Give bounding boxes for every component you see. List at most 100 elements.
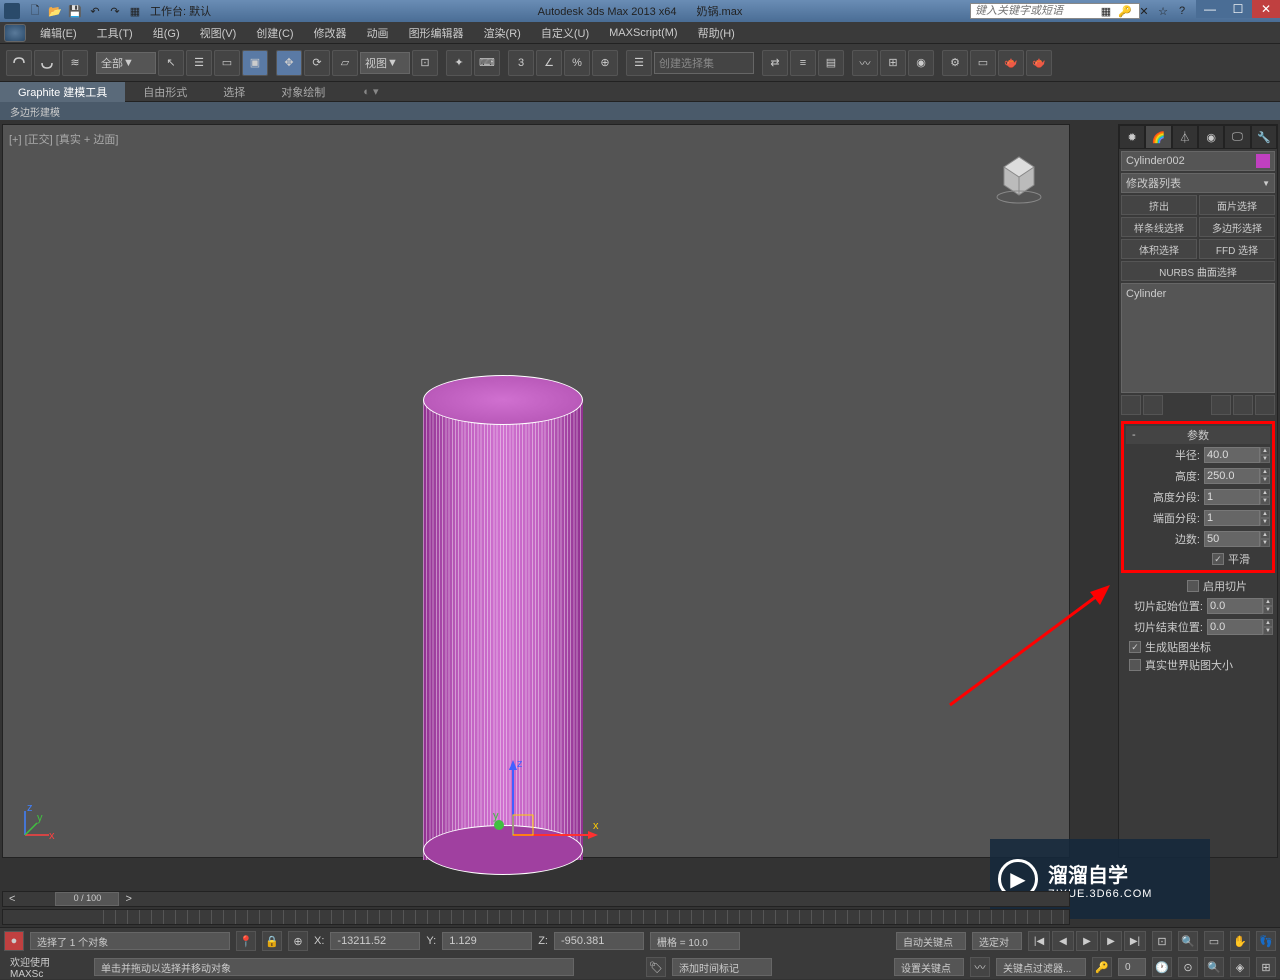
undo-icon[interactable]: ↶ (86, 3, 104, 19)
z-coord[interactable]: -950.381 (554, 932, 644, 950)
cap-segs-spin-arrows[interactable]: ▲▼ (1260, 510, 1270, 526)
menu-animation[interactable]: 动画 (357, 25, 399, 41)
remove-mod-icon[interactable] (1233, 395, 1253, 415)
exchange-icon[interactable]: ✕ (1136, 3, 1152, 19)
new-icon[interactable]: 🗋 (26, 3, 44, 19)
nav-pan-icon[interactable]: ✋ (1230, 931, 1250, 951)
nav-fov-icon[interactable]: ▭ (1204, 931, 1224, 951)
hierarchy-tab-icon[interactable]: ⏃ (1172, 125, 1198, 149)
menu-maxscript[interactable]: MAXScript(M) (599, 27, 687, 39)
height-spinner[interactable]: 250.0 (1204, 468, 1260, 484)
minimize-button[interactable]: — (1196, 0, 1224, 18)
goto-end-icon[interactable]: ▶| (1124, 931, 1146, 951)
next-frame-icon[interactable]: ▶ (1100, 931, 1122, 951)
timeslider-back-icon[interactable]: < (9, 893, 15, 905)
add-time-tag[interactable]: 添加时间标记 (672, 958, 772, 976)
tab-freeform[interactable]: 自由形式 (125, 82, 205, 102)
selection-filter-dropdown[interactable]: 全部 ▼ (96, 52, 156, 74)
ribbon-collapse-icon[interactable]: ◐ ▾ (363, 85, 378, 98)
nav-orbit-icon[interactable]: ⊙ (1178, 957, 1198, 977)
set-key-button[interactable]: 设置关键点 (894, 958, 964, 976)
current-frame[interactable]: 0 (1118, 958, 1146, 976)
stack-item-cylinder[interactable]: Cylinder (1126, 288, 1270, 300)
nav-walk-icon[interactable]: 👣 (1256, 931, 1276, 951)
viewport[interactable]: [+] [正交] [真实 + 边面] z x y z x y (2, 124, 1070, 858)
slice-to-arrows[interactable]: ▲▼ (1263, 619, 1273, 635)
pivot-icon[interactable]: ⊡ (412, 50, 438, 76)
height-spin-arrows[interactable]: ▲▼ (1260, 468, 1270, 484)
nav-zoom2-icon[interactable]: 🔍 (1204, 957, 1224, 977)
nav-zoom-icon[interactable]: 🔍 (1178, 931, 1198, 951)
create-tab-icon[interactable]: ✹ (1119, 125, 1145, 149)
schematic-icon[interactable]: ⊞ (880, 50, 906, 76)
menu-group[interactable]: 组(G) (143, 25, 190, 41)
key-icon[interactable]: 🔑 (1117, 3, 1133, 19)
slice-on-checkbox[interactable] (1187, 580, 1199, 592)
ref-coord-dropdown[interactable]: 视图 ▼ (360, 52, 410, 74)
lock2-icon[interactable]: 🔒 (262, 931, 282, 951)
mod-btn-poly[interactable]: 多边形选择 (1199, 217, 1275, 237)
mod-btn-spline[interactable]: 样条线选择 (1121, 217, 1197, 237)
tab-graphite[interactable]: Graphite 建模工具 (0, 82, 125, 102)
object-color-swatch[interactable] (1256, 154, 1270, 168)
time-slider[interactable]: < 0 / 100 > (2, 891, 1070, 907)
menu-graph[interactable]: 图形编辑器 (399, 25, 474, 41)
scale-icon[interactable]: ▱ (332, 50, 358, 76)
ribbon-panel-label[interactable]: 多边形建模 (0, 102, 1280, 120)
height-segs-spin-arrows[interactable]: ▲▼ (1260, 489, 1270, 505)
gen-coords-checkbox[interactable]: ✓ (1129, 641, 1141, 653)
real-world-checkbox[interactable] (1129, 659, 1141, 671)
modify-tab-icon[interactable]: 🌈 (1145, 125, 1171, 149)
sides-spinner[interactable]: 50 (1204, 531, 1260, 547)
render-prod-icon[interactable]: 🫖 (1026, 50, 1052, 76)
move-gizmo[interactable]: z x y (493, 755, 613, 875)
menu-edit[interactable]: 编辑(E) (30, 25, 87, 41)
keyboard-icon[interactable]: ⌨ (474, 50, 500, 76)
time-tag-icon[interactable]: 🏷 (646, 957, 666, 977)
move-icon[interactable]: ✥ (276, 50, 302, 76)
object-name-field[interactable]: Cylinder002 (1121, 151, 1275, 171)
rotate-icon[interactable]: ⟳ (304, 50, 330, 76)
render-icon[interactable]: 🫖 (998, 50, 1024, 76)
percent-snap-icon[interactable]: % (564, 50, 590, 76)
lock-icon[interactable]: 📍 (236, 931, 256, 951)
menu-views[interactable]: 视图(V) (190, 25, 247, 41)
select-icon[interactable]: ↖ (158, 50, 184, 76)
mini-listener-icon[interactable]: ● (4, 931, 24, 951)
mod-btn-vol[interactable]: 体积选择 (1121, 239, 1197, 259)
window-crossing-icon[interactable]: ▣ (242, 50, 268, 76)
named-sets-dropdown[interactable]: 创建选择集 (654, 52, 754, 74)
utilities-tab-icon[interactable]: 🔧 (1251, 125, 1277, 149)
save-icon[interactable]: 💾 (66, 3, 84, 19)
timeslider-fwd-icon[interactable]: > (125, 893, 131, 905)
prev-frame-icon[interactable]: ◀ (1052, 931, 1074, 951)
tab-selection[interactable]: 选择 (205, 82, 263, 102)
viewcube[interactable] (989, 145, 1049, 205)
maximize-button[interactable]: ☐ (1224, 0, 1252, 18)
y-coord[interactable]: 1.129 (442, 932, 532, 950)
app-icon[interactable] (4, 3, 20, 19)
mod-btn-patch[interactable]: 面片选择 (1199, 195, 1275, 215)
align-icon[interactable]: ≡ (790, 50, 816, 76)
snap-toggle-icon[interactable]: 3 (508, 50, 534, 76)
isolate-icon[interactable]: ⊡ (1152, 931, 1172, 951)
menu-rendering[interactable]: 渲染(R) (474, 25, 531, 41)
radius-spinner[interactable]: 40.0 (1204, 447, 1260, 463)
configure-icon[interactable] (1255, 395, 1275, 415)
key-toggle-icon[interactable]: 🔑 (1092, 957, 1112, 977)
x-coord[interactable]: -13211.52 (330, 932, 420, 950)
material-icon[interactable]: ◉ (908, 50, 934, 76)
workspace-label[interactable]: 工作台: 默认 (150, 3, 211, 19)
show-end-icon[interactable] (1143, 395, 1163, 415)
time-config-icon[interactable]: 🕐 (1152, 957, 1172, 977)
redo-icon[interactable]: ↷ (106, 3, 124, 19)
unlink-icon[interactable] (34, 50, 60, 76)
modifier-list-dropdown[interactable]: 修改器列表 (1121, 173, 1275, 193)
menu-help[interactable]: 帮助(H) (688, 25, 745, 41)
modifier-stack[interactable]: Cylinder (1121, 283, 1275, 393)
open-icon[interactable]: 📂 (46, 3, 64, 19)
make-unique-icon[interactable] (1211, 395, 1231, 415)
mod-btn-ffd[interactable]: FFD 选择 (1199, 239, 1275, 259)
mod-btn-nurbs[interactable]: NURBS 曲面选择 (1121, 261, 1275, 281)
mirror-icon[interactable]: ⇄ (762, 50, 788, 76)
